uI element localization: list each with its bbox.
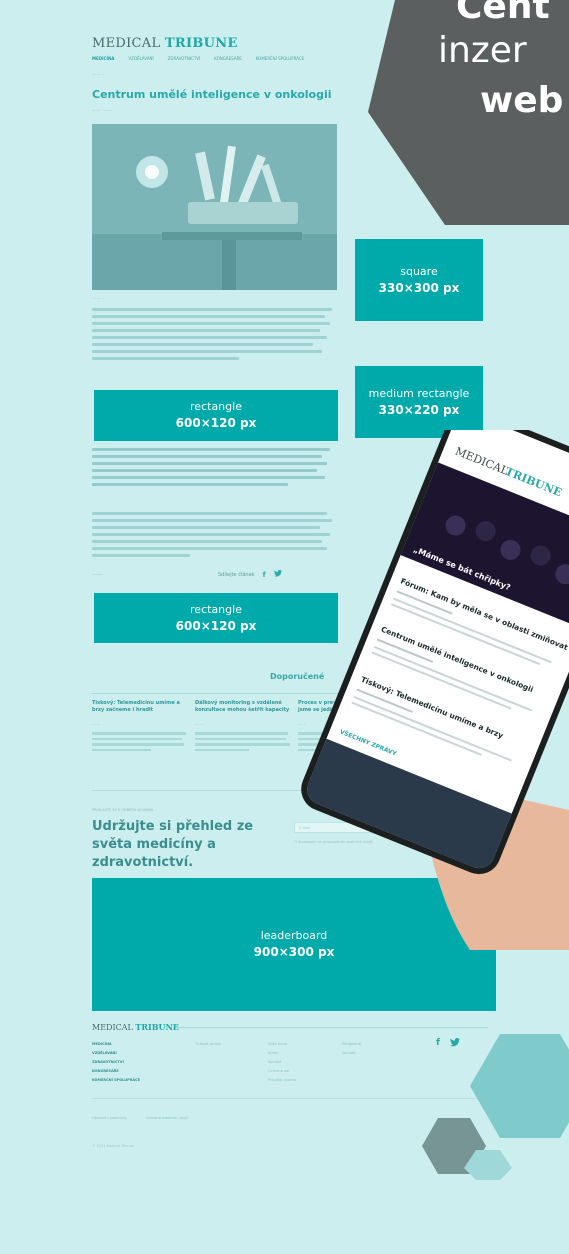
footer-link[interactable]: Kontakt bbox=[342, 1049, 361, 1058]
recommended-item-title: Proces v prevenci je znamená, že jsme se… bbox=[298, 700, 392, 713]
nav-item-medicina[interactable]: MEDICÍNA bbox=[92, 56, 114, 61]
ad-slot-size: 600×120 px bbox=[175, 416, 257, 430]
nav-item-kongresare[interactable]: KONGRESÁŘE bbox=[214, 56, 242, 61]
footer-link[interactable]: Naše firma bbox=[268, 1040, 296, 1049]
recommended-title: Doporučené bbox=[270, 672, 325, 681]
newsletter-kicker: PŘIHLASTE SE K ODBĚRU NOVINEK bbox=[92, 808, 154, 812]
nav-item-komercni[interactable]: KOMERČNÍ SPOLUPRÁCE bbox=[256, 56, 304, 61]
article-meta: — — · — — bbox=[92, 108, 112, 112]
article-hero-image bbox=[92, 124, 337, 290]
recommended-item[interactable]: Proces v prevenci je znamená, že jsme se… bbox=[298, 700, 396, 754]
article-title: Centrum umělé inteligence v onkologii bbox=[92, 88, 332, 101]
banner-line-2: inzer bbox=[438, 30, 527, 71]
share-label: Sdílejte článek bbox=[218, 571, 255, 578]
recommended-item-title: Tiskový: Telemedicínu umíme a brzy začne… bbox=[92, 700, 180, 713]
footer-col-press: Tiskové zprávy bbox=[195, 1040, 221, 1049]
ad-slot-square[interactable]: square 330×300 px bbox=[355, 239, 483, 321]
article-paragraph-2 bbox=[92, 512, 337, 561]
article-tag[interactable]: ——— bbox=[92, 572, 103, 576]
main-nav: MEDICÍNA VZDĚLÁVÁNÍ ZDRAVOTNICTVÍ KONGRE… bbox=[92, 56, 304, 61]
footer-link[interactable]: Tiskové zprávy bbox=[195, 1040, 221, 1049]
footer-logo-main: MEDICAL bbox=[92, 1023, 133, 1032]
phone-item-title: Centrum umělé inteligence v onkologii bbox=[380, 625, 535, 695]
footer-link[interactable]: Pravidla cookies bbox=[268, 1076, 296, 1085]
article-paragraph-1 bbox=[92, 308, 337, 364]
newsletter-heading: Udržujte si přehled ze světa medicíny a … bbox=[92, 819, 254, 870]
banner-line-3: web bbox=[480, 80, 564, 121]
article-quote bbox=[92, 448, 337, 490]
ad-slot-size: 330×300 px bbox=[378, 280, 460, 295]
ad-slot-name: rectangle bbox=[190, 400, 242, 413]
recommended-item[interactable]: Tiskový: Telemedicínu umíme a brzy začne… bbox=[92, 700, 190, 754]
footer-privacy-link[interactable]: Ochrana osobních údajů bbox=[146, 1116, 189, 1120]
nav-item-zdravotnictvi[interactable]: ZDRAVOTNICTVÍ bbox=[168, 56, 201, 61]
recommended-item-title: Dálkový monitoring s vzdálené konzultace… bbox=[195, 700, 290, 713]
recommended-divider bbox=[92, 693, 490, 694]
surgery-robot-illustration bbox=[92, 124, 337, 290]
footer-link[interactable]: MEDICÍNA bbox=[92, 1040, 140, 1049]
footer-link[interactable]: KOMERČNÍ SPOLUPRÁCE bbox=[92, 1076, 140, 1085]
site-logo-main: MEDICAL bbox=[92, 36, 161, 51]
smartphone-mockup: MEDICAL TRIBUNE „Máme se bát chřipky? Fó… bbox=[301, 430, 569, 950]
ad-slot-medium-rectangle[interactable]: medium rectangle 330×220 px bbox=[355, 366, 483, 438]
footer-col-company: Naše firma Autoři Kontakt Ochrana dat Pr… bbox=[268, 1040, 296, 1085]
footer-copyright: © 2021 Medical Tribune bbox=[92, 1144, 134, 1148]
ad-slot-size: 600×120 px bbox=[175, 618, 257, 633]
ad-slot-leaderboard[interactable]: leaderboard 900×300 px bbox=[92, 878, 496, 1011]
ad-slot-name: medium rectangle bbox=[368, 386, 470, 400]
ad-slot-size: 900×300 px bbox=[253, 945, 335, 959]
footer-link[interactable]: ZDRAVOTNICTVÍ bbox=[92, 1058, 140, 1067]
ad-slot-name: leaderboard bbox=[260, 929, 328, 942]
phone-logo-accent: TRIBUNE bbox=[503, 465, 563, 499]
footer-col-subscribe: Předplatné Kontakt bbox=[342, 1040, 361, 1058]
footer-divider bbox=[178, 1027, 488, 1028]
footer-link[interactable]: VZDĚLÁVÁNÍ bbox=[92, 1049, 140, 1058]
newsletter-divider bbox=[92, 790, 490, 791]
twitter-icon[interactable] bbox=[273, 569, 282, 579]
facebook-icon[interactable]: f bbox=[263, 571, 266, 579]
footer-terms-link[interactable]: Obchodní podmínky bbox=[92, 1116, 127, 1120]
newsletter-email-input[interactable]: E-mail bbox=[294, 822, 386, 833]
ad-slot-rectangle-bottom[interactable]: rectangle 600×120 px bbox=[94, 593, 338, 643]
image-caption: — — — bbox=[92, 296, 105, 300]
newsletter-consent-checkbox[interactable]: ☐ Souhlasím se zpracováním osobních údaj… bbox=[294, 840, 373, 844]
ad-slot-name: square bbox=[400, 264, 438, 278]
footer-logo-accent: TRIBUNE bbox=[135, 1022, 179, 1032]
ad-slot-size: 330×220 px bbox=[378, 402, 460, 417]
phone-hero-title: „Máme se bát chřipky? bbox=[412, 545, 512, 592]
ad-slot-name: rectangle bbox=[190, 602, 242, 616]
footer-logo[interactable]: MEDICAL TRIBUNE bbox=[92, 1022, 179, 1032]
banner-line-1: Cent bbox=[456, 0, 550, 27]
ad-slot-rectangle-top[interactable]: rectangle 600×120 px bbox=[94, 390, 338, 441]
phone-logo: MEDICAL bbox=[453, 445, 511, 478]
footer-link[interactable]: KONGRESÁŘE bbox=[92, 1067, 140, 1076]
site-logo-accent: TRIBUNE bbox=[164, 36, 238, 51]
site-logo[interactable]: MEDICAL TRIBUNE bbox=[92, 36, 238, 51]
footer-link[interactable]: Předplatné bbox=[342, 1040, 361, 1049]
nav-item-vzdelavani[interactable]: VZDĚLÁVÁNÍ bbox=[128, 56, 153, 61]
recommended-item[interactable]: Dálkový monitoring s vzdálené konzultace… bbox=[195, 700, 293, 754]
footer-link[interactable]: Kontakt bbox=[268, 1058, 296, 1067]
newsletter-consent-label: Souhlasím se zpracováním osobních údajů bbox=[298, 840, 373, 844]
newsletter-submit-button[interactable]: ODESLAT bbox=[390, 822, 430, 833]
phone-item-title: Fórum: Kam by měla se v oblasti zmiňovat… bbox=[399, 576, 569, 685]
footer-link[interactable]: Ochrana dat bbox=[268, 1067, 296, 1076]
hexagon-decoration bbox=[422, 1034, 569, 1180]
footer-col-sections: MEDICÍNA VZDĚLÁVÁNÍ ZDRAVOTNICTVÍ KONGRE… bbox=[92, 1040, 140, 1085]
share-bar: Sdílejte článek f bbox=[218, 569, 282, 579]
breadcrumb: — — — bbox=[92, 72, 105, 76]
footer-link[interactable]: Autoři bbox=[268, 1049, 296, 1058]
